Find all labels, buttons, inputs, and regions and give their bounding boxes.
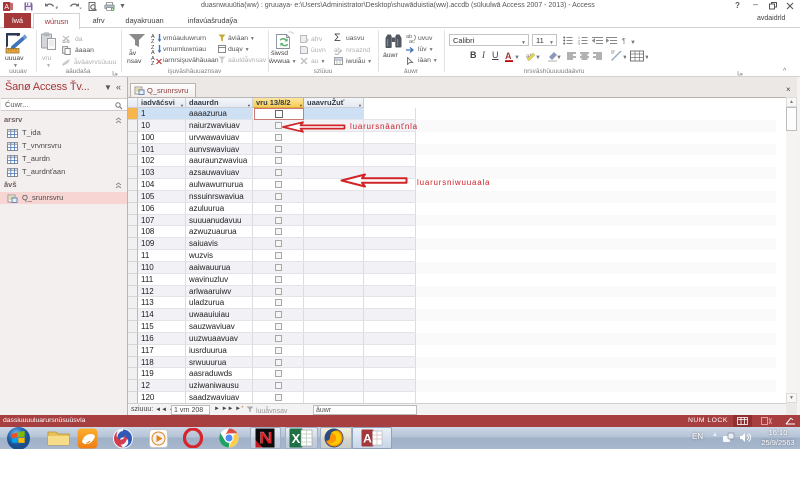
svg-text:▼: ▼ [535, 55, 540, 61]
svg-text:▼: ▼ [622, 55, 626, 61]
svg-text:▼: ▼ [644, 55, 648, 61]
svg-text:A: A [505, 51, 512, 61]
svg-text:¶: ¶ [622, 38, 626, 45]
svg-text:▼: ▼ [514, 55, 519, 61]
svg-text:▼: ▼ [630, 40, 636, 45]
svg-text:A: A [363, 432, 372, 446]
svg-text:A: A [4, 4, 9, 11]
svg-text:▼: ▼ [556, 55, 561, 61]
svg-text:X: X [292, 431, 301, 446]
svg-text:A: A [151, 50, 155, 54]
svg-text:3: 3 [578, 43, 580, 46]
